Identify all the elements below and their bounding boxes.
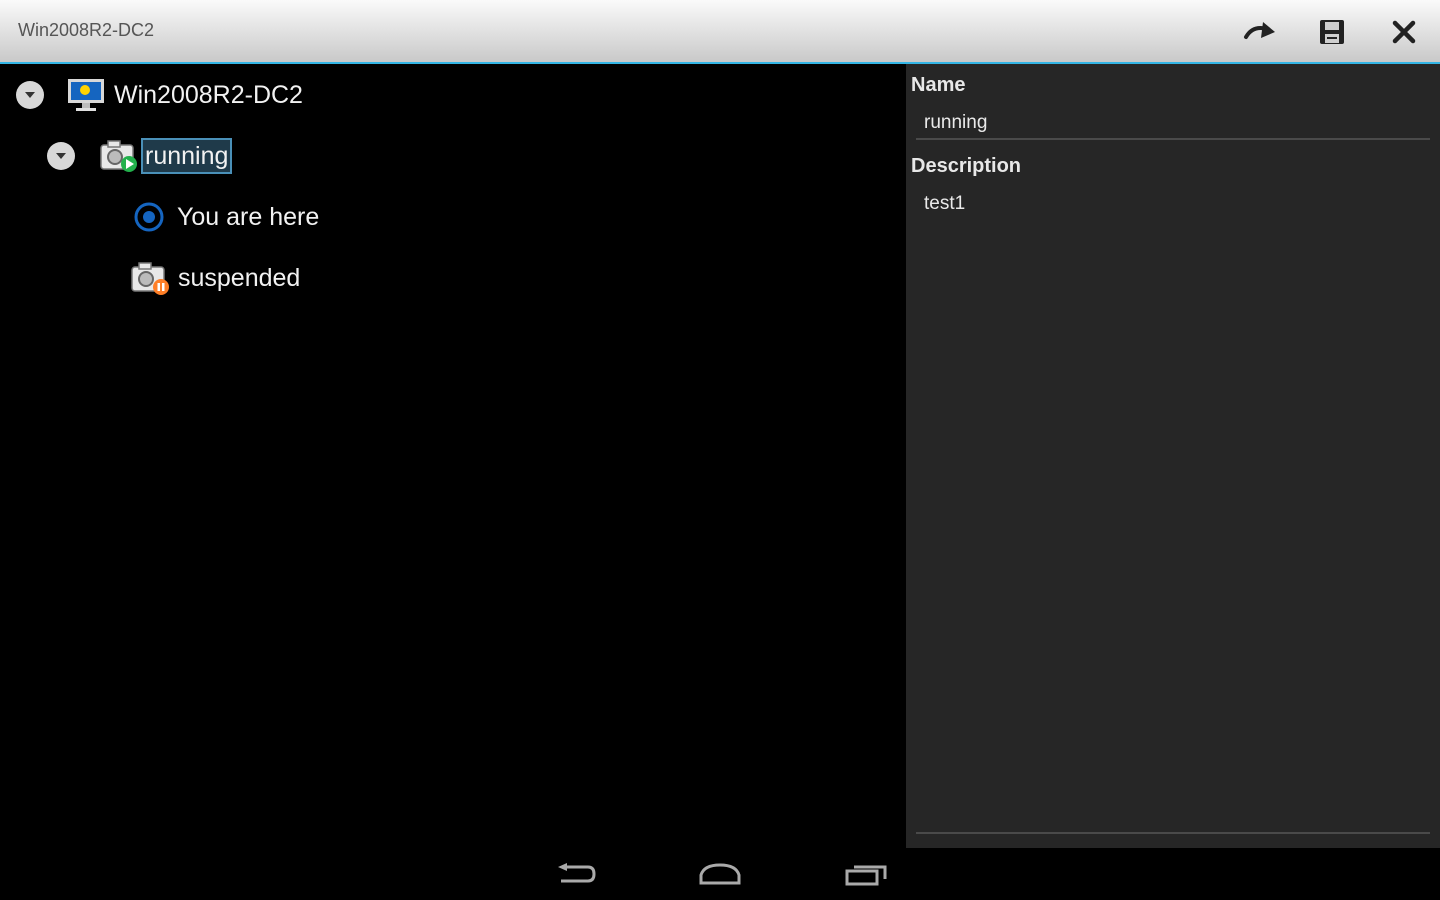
chevron-down-icon: [25, 92, 35, 98]
tree-node-label: suspended: [178, 263, 301, 292]
snapshot-tree: Win2008R2-DC2 running You are here suspe…: [0, 64, 906, 850]
window-title: Win2008R2-DC2: [18, 20, 155, 40]
tree-node-label: Win2008R2-DC2: [114, 80, 303, 109]
snapshot-running-icon: [100, 140, 137, 172]
revert-button[interactable]: [1242, 14, 1278, 50]
tree-node-label: running: [141, 138, 233, 174]
name-field[interactable]: running: [924, 112, 987, 134]
redo-arrow-icon: [1244, 22, 1275, 39]
save-button[interactable]: [1314, 14, 1350, 50]
tree-node-you-are-here[interactable]: You are here: [133, 195, 319, 239]
description-label: Description: [911, 155, 1022, 177]
recent-apps-button[interactable]: [836, 856, 896, 894]
expand-collapse-toggle[interactable]: [47, 142, 75, 170]
back-icon: [558, 863, 596, 883]
name-field-underline: [916, 138, 1430, 140]
description-field[interactable]: test1: [924, 193, 965, 215]
chevron-down-icon: [56, 153, 66, 159]
tree-node-label: You are here: [177, 202, 320, 231]
title-bar: Win2008R2-DC2: [0, 0, 1440, 64]
home-button[interactable]: [690, 856, 750, 894]
save-disk-icon: [1320, 20, 1344, 44]
tree-node-snapshot-running[interactable]: running: [47, 134, 233, 178]
system-navigation-bar: [0, 850, 1440, 900]
tree-node-snapshot-suspended[interactable]: suspended: [130, 256, 300, 300]
tree-node-vm[interactable]: Win2008R2-DC2: [16, 73, 303, 117]
you-are-here-icon: [134, 202, 164, 232]
expand-collapse-toggle[interactable]: [16, 81, 44, 109]
home-icon: [699, 863, 741, 885]
recent-apps-icon: [845, 865, 887, 886]
name-label: Name: [911, 74, 966, 96]
back-button[interactable]: [546, 856, 606, 894]
close-icon: [1392, 20, 1416, 44]
description-field-underline: [916, 832, 1430, 834]
close-button[interactable]: [1386, 14, 1422, 50]
snapshot-details-panel: Name running Description test1: [906, 64, 1440, 848]
computer-monitor-icon: [68, 79, 104, 111]
snapshot-suspended-icon: [131, 262, 169, 295]
